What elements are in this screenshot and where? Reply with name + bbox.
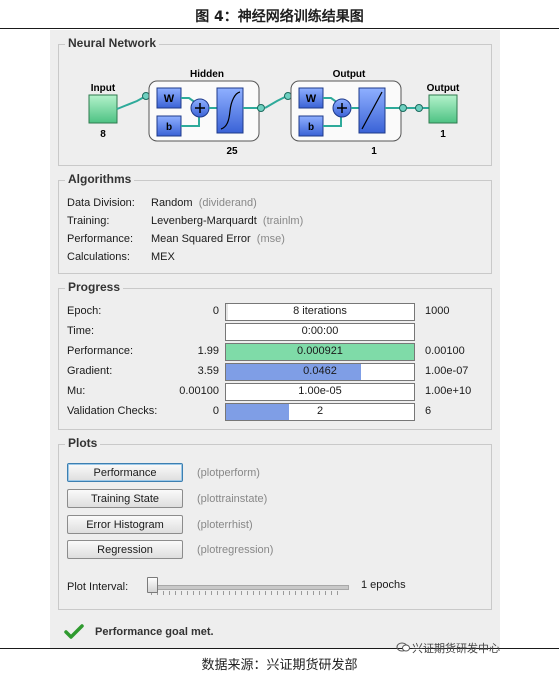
progress-title: Progress (65, 280, 124, 294)
output-block (428, 94, 458, 124)
slider-track (147, 585, 349, 590)
algo-function: (trainlm) (262, 215, 304, 227)
plot-interval-value: 1 epochs (361, 579, 406, 591)
output-layer-size: 1 (371, 146, 377, 157)
hidden-label: Hidden (190, 69, 224, 80)
progress-bar: 1.00e-05 (225, 383, 415, 401)
algo-value: MEX (151, 251, 175, 263)
algo-key: Performance: (67, 233, 134, 245)
progress-bar: 2 (225, 403, 415, 421)
progress-row-time: Time: 0:00:00 (59, 323, 487, 341)
algorithms-title: Algorithms (65, 172, 135, 186)
progress-group: Progress Epoch: 0 8 iterations 1000 Time… (58, 280, 492, 430)
progress-label: Performance: (67, 345, 134, 357)
algorithms-group: Algorithms Data Division: Random (divide… (58, 172, 492, 274)
output-layer-label: Output (333, 69, 366, 80)
output-size: 1 (440, 129, 446, 140)
connector-node (399, 104, 407, 112)
progress-row-mu: Mu: 0.00100 1.00e-05 1.00e+10 (59, 383, 487, 401)
connector-node (284, 92, 292, 100)
figure-title: 图 4：神经网络训练结果图 (195, 9, 364, 25)
progress-min: 1.99 (197, 345, 219, 357)
progress-max: 1000 (425, 305, 450, 317)
algo-key: Data Division: (67, 197, 135, 209)
algo-function: (mse) (256, 233, 285, 245)
progress-value: 0:00:00 (301, 325, 339, 337)
slider-ticks (151, 591, 343, 595)
output-label: Output (427, 83, 460, 94)
performance-plot-button[interactable]: Performance (67, 463, 183, 482)
training-state-plot-button[interactable]: Training State (67, 489, 183, 508)
progress-min: 0.00100 (179, 385, 219, 397)
progress-min: 3.59 (197, 365, 219, 377)
progress-max: 6 (425, 405, 432, 417)
progress-label: Gradient: (67, 365, 113, 377)
algo-value: Levenberg-Marquardt (151, 215, 257, 227)
error-histogram-plot-button[interactable]: Error Histogram (67, 515, 183, 534)
nntraintool-panel: Neural Network Input 8 Hidden W b 25 Out… (50, 30, 500, 648)
neural-network-group: Neural Network Input 8 Hidden W b 25 Out… (58, 36, 492, 166)
progress-max: 1.00e-07 (425, 365, 469, 377)
network-diagram: Input 8 Hidden W b 25 Output W b 1 Outpu… (88, 69, 460, 157)
progress-label: Epoch: (67, 305, 102, 317)
source-footer: 数据来源：兴证期货研发部 (201, 658, 358, 673)
plot-interval-slider[interactable] (147, 577, 349, 597)
progress-bar: 0.000921 (225, 343, 415, 361)
plot-interval-label: Plot Interval: (67, 581, 129, 593)
progress-min: 0 (212, 405, 219, 417)
progress-max: 1.00e+10 (425, 385, 472, 397)
progress-value: 0.000921 (297, 345, 343, 357)
progress-row-gradient: Gradient: 3.59 0.0462 1.00e-07 (59, 363, 487, 381)
hidden-size: 25 (226, 146, 238, 157)
input-size: 8 (100, 129, 106, 140)
checkmark-icon (64, 624, 84, 639)
progress-label: Validation Checks: (67, 405, 158, 417)
plot-function: (ploterrhist) (197, 519, 253, 531)
progress-bar: 0:00:00 (225, 323, 415, 341)
hidden-bias-label: b (166, 122, 172, 133)
plot-function: (plotperform) (197, 467, 260, 479)
plot-function: (plottrainstate) (197, 493, 268, 505)
plot-function: (plotregression) (197, 544, 274, 556)
input-block (88, 94, 118, 124)
slider-thumb[interactable] (147, 577, 158, 593)
output-weight-label: W (306, 93, 317, 105)
hidden-weight-label: W (164, 93, 175, 105)
progress-bar: 0.0462 (225, 363, 415, 381)
connector-node (257, 104, 265, 112)
progress-bar: 8 iterations (225, 303, 415, 321)
connector-node (142, 92, 150, 100)
output-bias-label: b (308, 122, 314, 133)
algo-key: Calculations: (67, 251, 130, 263)
top-rule (0, 28, 559, 29)
connector-hidden-output (264, 95, 288, 109)
plots-group: Plots Performance (plotperform) Training… (58, 436, 492, 610)
progress-value: 2 (316, 405, 324, 417)
status-message: Performance goal met. (95, 626, 214, 638)
progress-min: 0 (212, 305, 219, 317)
progress-row-epoch: Epoch: 0 8 iterations 1000 (59, 303, 487, 321)
progress-label: Mu: (67, 385, 86, 397)
algo-value: Random (151, 197, 193, 209)
algo-value: Mean Squared Error (151, 233, 251, 245)
progress-row-validation-checks: Validation Checks: 0 2 6 (59, 403, 487, 421)
connector-input-hidden (116, 95, 147, 110)
progress-value: 0.0462 (303, 365, 337, 377)
algo-key: Training: (67, 215, 110, 227)
regression-plot-button[interactable]: Regression (67, 540, 183, 559)
wechat-icon (396, 642, 410, 652)
progress-value: 1.00e-05 (298, 385, 342, 397)
plots-title: Plots (65, 436, 101, 450)
input-label: Input (91, 83, 116, 94)
connector-node (415, 104, 423, 112)
algo-function: (dividerand) (198, 197, 257, 209)
progress-max: 0.00100 (425, 345, 465, 357)
progress-value: 8 iterations (293, 305, 347, 317)
progress-row-performance: Performance: 1.99 0.000921 0.00100 (59, 343, 487, 361)
progress-label: Time: (67, 325, 95, 337)
